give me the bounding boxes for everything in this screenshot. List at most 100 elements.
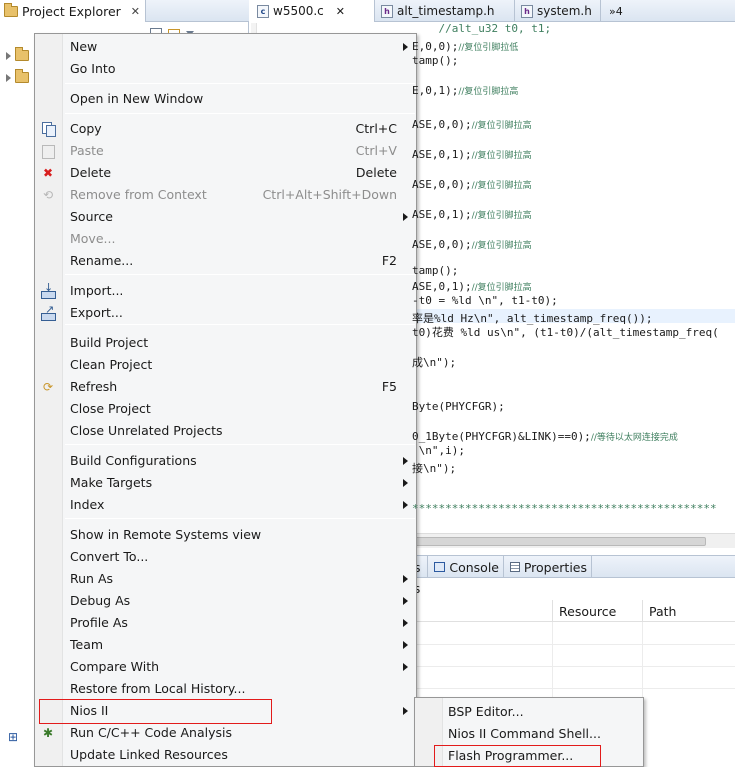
code-line[interactable]: ASE,0,1);//复位引脚拉高 (412, 280, 532, 293)
menu-item-index[interactable]: Index (36, 494, 416, 516)
highlight-box-nios-ii (39, 699, 272, 724)
code-comment: //等待以太网连接完成 (590, 433, 678, 443)
code-line[interactable]: -t0 = %ld \n", t1-t0); (412, 294, 558, 307)
menu-item-shortcut: Delete (355, 165, 397, 180)
menu-item-label: Open in New Window (70, 91, 204, 106)
code-line[interactable]: ASE,0,1);//复位引脚拉高 (412, 208, 532, 221)
menu-item-label: Index (70, 497, 105, 512)
menu-item-delete[interactable]: ✖ Delete Delete (36, 162, 416, 184)
menu-item-label: Import... (70, 283, 124, 298)
submenu-arrow-icon (403, 619, 408, 627)
table-row-divider (412, 688, 735, 689)
close-icon[interactable]: ✕ (336, 5, 345, 18)
new-view-icon[interactable]: ⊞ (8, 730, 18, 744)
code-comment: //复位引脚拉高 (471, 241, 532, 251)
tab-alt-timestamp-h[interactable]: h alt_timestamp.h (375, 0, 515, 22)
code-line[interactable]: Byte(PHYCFGR); (412, 400, 505, 413)
column-resource[interactable]: Resource (552, 600, 644, 622)
menu-item-clean-project[interactable]: Clean Project (36, 354, 416, 376)
menu-item-label: Restore from Local History... (70, 681, 246, 696)
more-tabs-button[interactable]: »4 (603, 0, 633, 22)
tree-row-project[interactable] (6, 47, 29, 61)
code-line[interactable]: ASE,0,0);//复位引脚拉高 (412, 118, 532, 131)
menu-item-label: Run C/C++ Code Analysis (70, 725, 233, 740)
menu-item-run-as[interactable]: Run As (36, 568, 416, 590)
code-line[interactable]: 0_1Byte(PHYCFGR)&LINK)==0);//等待以太网连接完成 (412, 430, 678, 443)
menu-item-build-configurations[interactable]: Build Configurations (36, 450, 416, 472)
project-explorer-tab[interactable]: Project Explorer ✕ (0, 0, 146, 22)
menu-item-nios-command-shell[interactable]: Nios II Command Shell... (416, 723, 643, 745)
tree-row-bsp[interactable] (6, 69, 29, 83)
menu-item-import[interactable]: Import... (36, 280, 416, 302)
menu-item-go-into[interactable]: Go Into (36, 58, 416, 80)
tab-label: Properties (523, 559, 587, 575)
menu-item-label: Team (70, 637, 104, 652)
menu-item-rename[interactable]: Rename... F2 (36, 250, 416, 272)
menu-item-copy[interactable]: Copy Ctrl+C (36, 118, 416, 140)
code-line[interactable]: ****************************************… (412, 502, 717, 515)
code-line[interactable]: tamp(); (412, 264, 458, 277)
menu-item-update-linked-resources[interactable]: Update Linked Resources (36, 744, 416, 766)
menu-item-run-c-c-code-analysis[interactable]: ✱ Run C/C++ Code Analysis (36, 722, 416, 744)
code-text: //alt_u32 t0, t1; (412, 22, 552, 35)
console-icon (434, 562, 446, 572)
code-line[interactable]: 接\n"); (412, 460, 456, 476)
horizontal-scrollbar[interactable] (412, 533, 735, 548)
menu-item-label: Update Linked Resources (70, 747, 228, 762)
code-line[interactable]: 成\n"); (412, 354, 456, 370)
menu-separator (65, 518, 415, 519)
delete-icon: ✖ (42, 166, 54, 180)
submenu-arrow-icon (403, 663, 408, 671)
code-comment: //复位引脚拉高 (458, 87, 519, 97)
menu-separator (65, 113, 415, 114)
submenu-arrow-icon (403, 213, 408, 221)
tab-console[interactable]: Console (430, 556, 504, 578)
code-line[interactable]: ASE,0,1);//复位引脚拉高 (412, 148, 532, 161)
menu-item-new[interactable]: New (36, 36, 416, 58)
code-text: ASE,0,0); (412, 178, 472, 191)
menu-item-label: Remove from Context (70, 187, 207, 202)
menu-item-debug-as[interactable]: Debug As (36, 590, 416, 612)
tree-expand-icon[interactable] (6, 51, 11, 60)
menu-separator (65, 444, 415, 445)
menu-item-show-in-remote-systems-view[interactable]: Show in Remote Systems view (36, 524, 416, 546)
scrollbar-thumb[interactable] (414, 537, 706, 546)
project-folder-icon (15, 69, 29, 83)
menu-item-restore-from-local-history[interactable]: Restore from Local History... (36, 678, 416, 700)
menu-item-close-project[interactable]: Close Project (36, 398, 416, 420)
tab-properties[interactable]: Properties (506, 556, 592, 578)
menu-item-convert-to[interactable]: Convert To... (36, 546, 416, 568)
menu-item-bsp-editor[interactable]: BSP Editor... (416, 701, 643, 723)
close-icon[interactable]: ✕ (131, 5, 140, 18)
menu-item-label: Build Configurations (70, 453, 197, 468)
code-line[interactable]: ASE,0,0);//复位引脚拉高 (412, 238, 532, 251)
table-row-divider (412, 644, 735, 645)
code-comment: //复位引脚拉高 (471, 151, 532, 161)
menu-item-compare-with[interactable]: Compare With (36, 656, 416, 678)
menu-item-refresh[interactable]: ⟳ Refresh F5 (36, 376, 416, 398)
code-line[interactable]: E,0,0);//复位引脚拉低 (412, 40, 518, 53)
menu-item-export[interactable]: Export... (36, 302, 416, 324)
code-text: ****************************************… (412, 502, 717, 515)
code-line[interactable]: //alt_u32 t0, t1; (412, 22, 551, 35)
menu-item-team[interactable]: Team (36, 634, 416, 656)
code-text: ASE,0,1); (412, 148, 472, 161)
tree-expand-icon[interactable] (6, 73, 11, 82)
code-line[interactable]: tamp(); (412, 54, 458, 67)
tab-system-h[interactable]: h system.h (515, 0, 601, 22)
project-explorer-icon (4, 2, 18, 17)
menu-item-source[interactable]: Source (36, 206, 416, 228)
submenu-arrow-icon (403, 501, 408, 509)
menu-item-open-in-new-window[interactable]: Open in New Window (36, 88, 416, 110)
tab-w5500-c[interactable]: c w5500.c ✕ (251, 0, 375, 22)
menu-item-build-project[interactable]: Build Project (36, 332, 416, 354)
menu-item-make-targets[interactable]: Make Targets (36, 472, 416, 494)
menu-item-label: Show in Remote Systems view (70, 527, 262, 542)
code-line[interactable]: \n",i); (412, 444, 465, 457)
code-line[interactable]: t0)花费 %ld us\n", (t1-t0)/(alt_timestamp_… (412, 324, 719, 340)
menu-item-profile-as[interactable]: Profile As (36, 612, 416, 634)
code-line[interactable]: ASE,0,0);//复位引脚拉高 (412, 178, 532, 191)
column-path[interactable]: Path (642, 600, 735, 622)
menu-item-close-unrelated-projects[interactable]: Close Unrelated Projects (36, 420, 416, 442)
code-line[interactable]: E,0,1);//复位引脚拉高 (412, 84, 518, 97)
